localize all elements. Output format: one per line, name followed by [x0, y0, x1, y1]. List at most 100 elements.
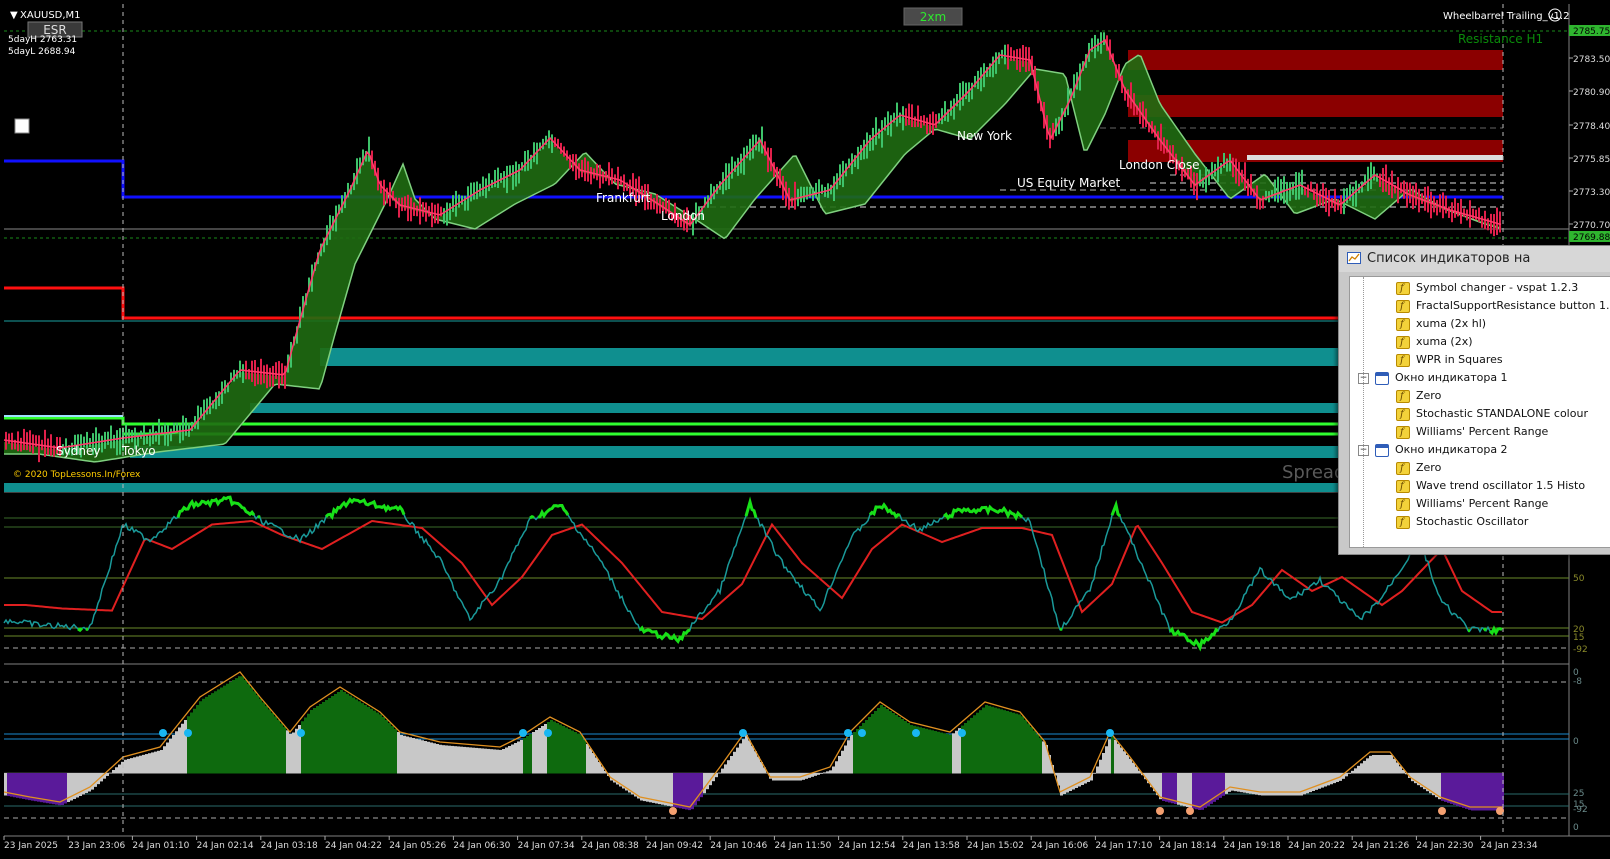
wave-histogram-bar: [643, 773, 646, 802]
wave-histogram-bar: [439, 744, 442, 774]
time-label: 24 Jan 10:46: [710, 841, 767, 851]
tree-item-indicator[interactable]: Zero: [1396, 387, 1441, 406]
indicator-window-icon: [1375, 443, 1389, 457]
tree-item-indicator[interactable]: FractalSupportResistance button 1.05: [1396, 297, 1610, 316]
wave-histogram-bar: [289, 733, 292, 774]
symbol-changer-checkbox[interactable]: [14, 118, 30, 134]
wave-histogram-bar: [529, 734, 532, 774]
wave-histogram-bar: [667, 773, 670, 806]
indicator-list-dialog[interactable]: Список индикаторов на XAUUSD,M1 Symbol c…: [1338, 245, 1610, 555]
wave-histogram-bar: [943, 733, 946, 774]
tree-item-window[interactable]: − Окно индикатора 2: [1358, 441, 1508, 459]
wave-histogram-bar: [685, 773, 688, 810]
wave-histogram-bar: [340, 690, 343, 774]
wave-histogram-bar: [655, 773, 658, 804]
wave-histogram-bar: [397, 732, 400, 774]
wave-histogram-bar: [169, 738, 172, 774]
indicator-tree[interactable]: Symbol changer - vspat 1.2.3 FractalSuppo…: [1349, 276, 1610, 548]
indicator-function-icon: [1396, 388, 1410, 406]
resistance-zone-edge: [1247, 155, 1503, 160]
tree-item-indicator[interactable]: Stochastic Oscillator: [1396, 513, 1528, 532]
wave-histogram-bar: [1009, 711, 1012, 774]
wave-histogram-bar: [469, 747, 472, 774]
tree-item-indicator[interactable]: Zero: [1396, 459, 1441, 478]
wave-histogram-bar: [223, 685, 226, 774]
wave-cross-up-dot: [739, 729, 747, 737]
time-label: 24 Jan 11:50: [774, 841, 831, 851]
wave-histogram-bar: [892, 713, 895, 774]
wave-histogram-bar: [826, 771, 829, 774]
wave-histogram-bar: [367, 706, 370, 774]
wave-histogram-bar: [493, 749, 496, 774]
tree-item-indicator[interactable]: Stochastic STANDALONE colour: [1396, 405, 1588, 424]
tree-item-indicator[interactable]: Wave trend oscillator 1.5 Histo: [1396, 477, 1585, 496]
wave-histogram-bar: [58, 773, 61, 806]
wave-histogram-bar: [40, 773, 43, 803]
time-scale[interactable]: 23 Jan 2025 23 Jan 23:06 24 Jan 01:10 24 Ja…: [3, 836, 1538, 851]
wave-histogram-bar: [1498, 773, 1501, 811]
wave-histogram-bar: [1069, 773, 1072, 791]
wave-histogram-bar: [664, 773, 667, 806]
resistance-label: Resistance H1: [1458, 32, 1543, 46]
price-scale[interactable]: 2785.75 2783.50 2780.90 2778.40 2775.85 2773.…: [1569, 25, 1610, 243]
wave-histogram-bar: [1198, 773, 1201, 810]
time-label: 24 Jan 09:42: [646, 841, 703, 851]
tree-item-indicator[interactable]: Symbol changer - vspat 1.2.3: [1396, 279, 1578, 298]
wave-histogram-bar: [502, 749, 505, 774]
wave-histogram-bar: [706, 773, 709, 790]
session-label: London Close: [1119, 158, 1200, 172]
wave-histogram-bar: [166, 742, 169, 774]
tree-item-indicator[interactable]: Williams' Percent Range: [1396, 495, 1548, 514]
wave-histogram-bar: [688, 773, 691, 811]
wave-histogram-bar: [1096, 766, 1099, 774]
collapse-arrow-icon[interactable]: ▼: [10, 10, 18, 21]
wave-histogram-bar: [172, 735, 175, 774]
wave-histogram-bar: [1468, 773, 1471, 810]
wave-histogram-bar: [292, 732, 295, 774]
wave-histogram-bar: [433, 743, 436, 774]
wave-histogram-bar: [328, 698, 331, 774]
wave-histogram-bar: [1192, 773, 1195, 809]
wave-scale-label: -92: [1573, 805, 1588, 815]
time-label: 24 Jan 01:10: [132, 841, 189, 851]
wave-histogram-bar: [52, 773, 55, 805]
wave-histogram-bar: [382, 717, 385, 774]
wave-histogram-bar: [856, 729, 859, 774]
wave-cross-up-dot: [1106, 729, 1114, 737]
wave-histogram-bar: [742, 739, 745, 774]
wave-histogram-bar: [235, 678, 238, 774]
wave-histogram-bar: [1492, 773, 1495, 811]
wave-histogram-bar: [454, 746, 457, 774]
wave-histogram-bar: [181, 723, 184, 774]
wave-histogram-bar: [463, 746, 466, 774]
wave-histogram-bar: [1366, 758, 1369, 774]
session-label: Frankfurt: [596, 191, 651, 205]
wave-histogram-bar: [553, 721, 556, 774]
wave-histogram-bar: [250, 687, 253, 774]
wave-histogram-bar: [1171, 773, 1174, 804]
five-day-low: 5dayL 2688.94: [8, 47, 76, 57]
tree-item-indicator[interactable]: Williams' Percent Range: [1396, 423, 1548, 442]
wave-scale-label: 25: [1573, 789, 1584, 799]
dialog-titlebar[interactable]: Список индикаторов на XAUUSD,M1: [1339, 246, 1610, 292]
wave-histogram-bar: [847, 740, 850, 774]
wave-histogram-bar: [1447, 773, 1450, 803]
wave-histogram-bar: [1480, 773, 1483, 811]
collapse-toggle-icon[interactable]: −: [1358, 372, 1369, 384]
wave-histogram-bar: [142, 754, 145, 774]
indicator-function-icon: [1396, 424, 1410, 442]
wave-histogram-bar: [313, 708, 316, 774]
tree-item-indicator[interactable]: WPR in Squares: [1396, 351, 1503, 370]
tree-item-indicator[interactable]: xuma (2x hl): [1396, 315, 1486, 334]
tree-item-indicator[interactable]: xuma (2x): [1396, 333, 1473, 352]
wave-histogram-bar: [1000, 709, 1003, 774]
wave-histogram-bar: [427, 741, 430, 774]
wave-histogram-bar: [1024, 719, 1027, 774]
wave-histogram-bar: [565, 727, 568, 774]
collapse-toggle-icon[interactable]: −: [1358, 444, 1369, 456]
tree-item-window[interactable]: − Окно индикатора 1: [1358, 369, 1508, 387]
wave-histogram-bar: [1018, 714, 1021, 774]
stochastic-scale-label: -92: [1573, 645, 1588, 655]
wave-cross-up-dot: [912, 729, 920, 737]
wave-histogram-bar: [1375, 755, 1378, 774]
